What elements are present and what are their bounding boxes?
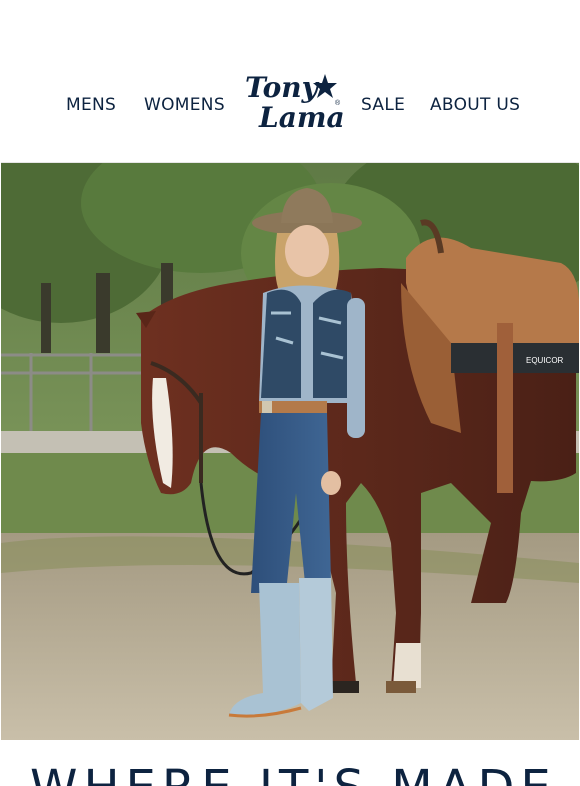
headline-text: WHERE IT'S MADE (30, 764, 550, 786)
saddle-pad-label: EQUICOR (526, 356, 564, 365)
nav-link-womens[interactable]: WOMENS (144, 95, 225, 115)
right-boot (299, 578, 333, 711)
headline: WHERE IT'S MADE (30, 746, 550, 786)
star-icon (313, 74, 337, 98)
nav-link-mens[interactable]: MENS (66, 95, 116, 115)
hero-image[interactable]: EQUICOR (1, 162, 579, 740)
patterned-vest (261, 289, 301, 398)
registered-mark: ® (335, 100, 341, 107)
nav-link-sale[interactable]: SALE (361, 95, 405, 115)
top-navigation: MENS WOMENS Tony Lama ® SALE ABOUT US (0, 0, 580, 162)
tony-lama-logo[interactable]: Tony Lama ® (243, 70, 345, 142)
nav-link-about-us[interactable]: ABOUT US (430, 95, 520, 115)
